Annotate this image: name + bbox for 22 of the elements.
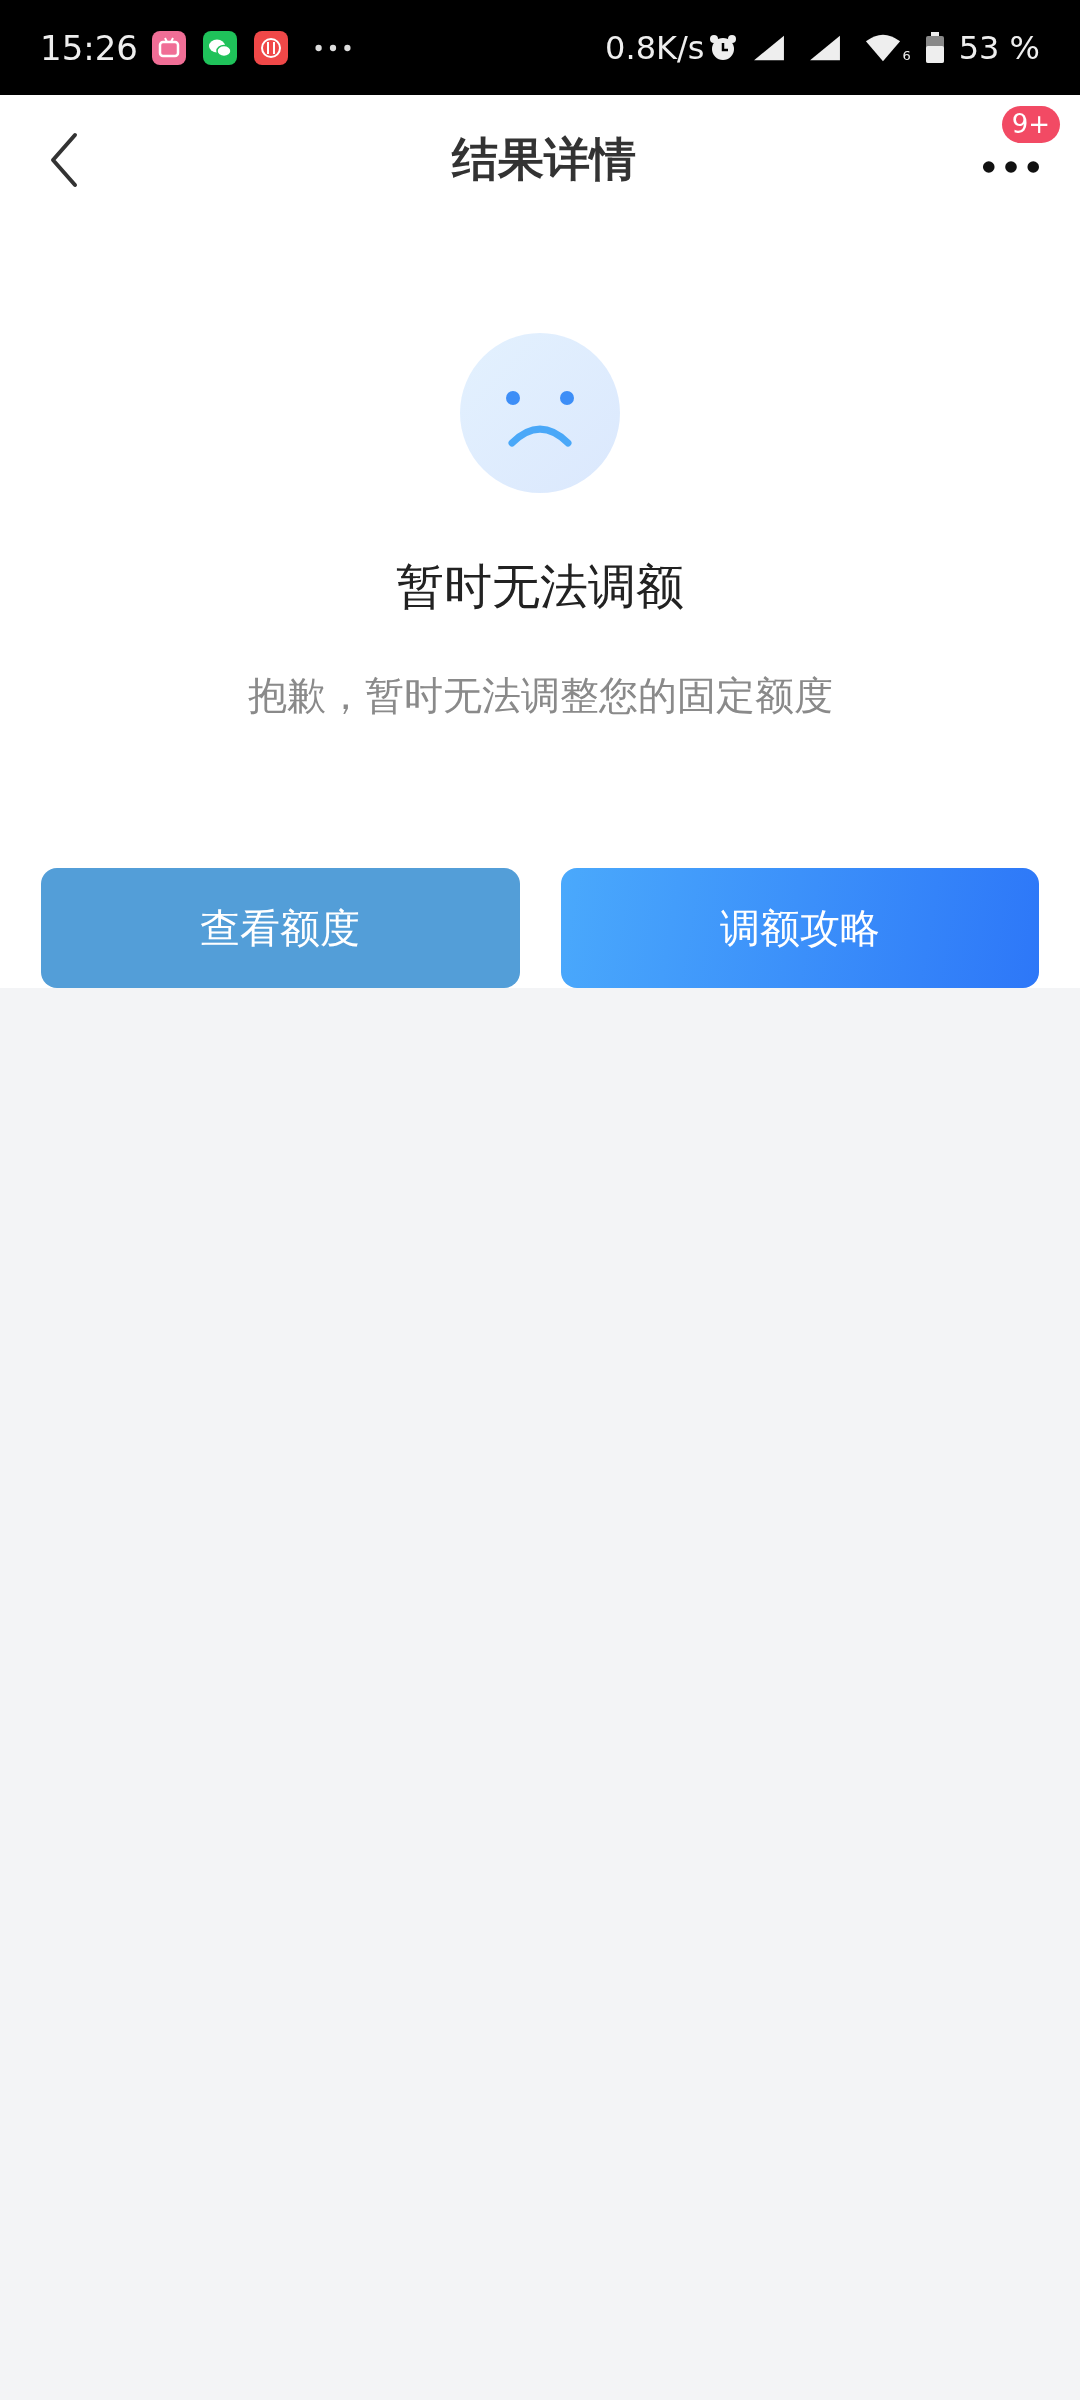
network-speed: 0.8K/s [605,28,705,67]
action-button[interactable]: 调额攻略 [560,868,1039,988]
wifi-icon [864,32,903,63]
result-message: 抱歉，暂时无法调整您的固定额度 [247,672,833,720]
notification-badge: 9+ [1001,106,1060,143]
signal-icon [752,33,787,62]
more-icon[interactable] [982,160,1040,174]
signal-icon [808,33,843,62]
alarm-icon [708,32,739,63]
back-icon[interactable] [48,132,80,188]
battery-level: 53 % [958,28,1040,67]
chat-app-icon [203,30,237,65]
action-button[interactable]: 查看额度 [41,868,520,988]
status-time: 15:26 [40,27,138,68]
tv-app-icon [152,30,186,65]
sad-face-icon [460,333,620,493]
wifi-label: 6 [902,47,911,63]
battery-icon [924,31,945,64]
page-title: 结果详情 [452,131,636,188]
result-title: 暂时无法调额 [396,557,684,616]
more-notifications-icon [315,43,351,52]
news-app-icon [254,30,288,65]
